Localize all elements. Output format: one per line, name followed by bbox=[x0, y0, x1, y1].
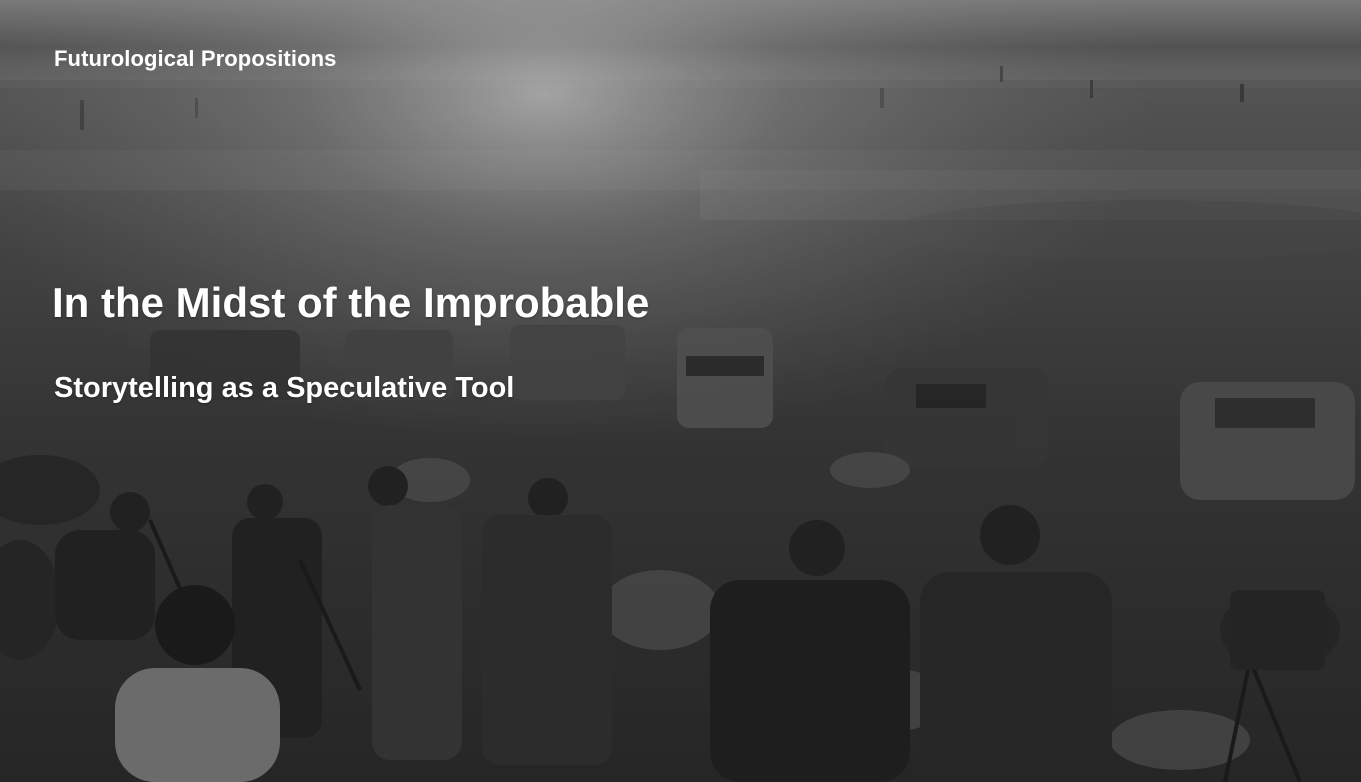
slide-title: In the Midst of the Improbable bbox=[52, 279, 650, 326]
kicker-label: Futurological Propositions bbox=[54, 46, 337, 71]
slide: Futurological Propositions In the Midst … bbox=[0, 0, 1361, 782]
slide-subtitle: Storytelling as a Speculative Tool bbox=[54, 372, 515, 404]
